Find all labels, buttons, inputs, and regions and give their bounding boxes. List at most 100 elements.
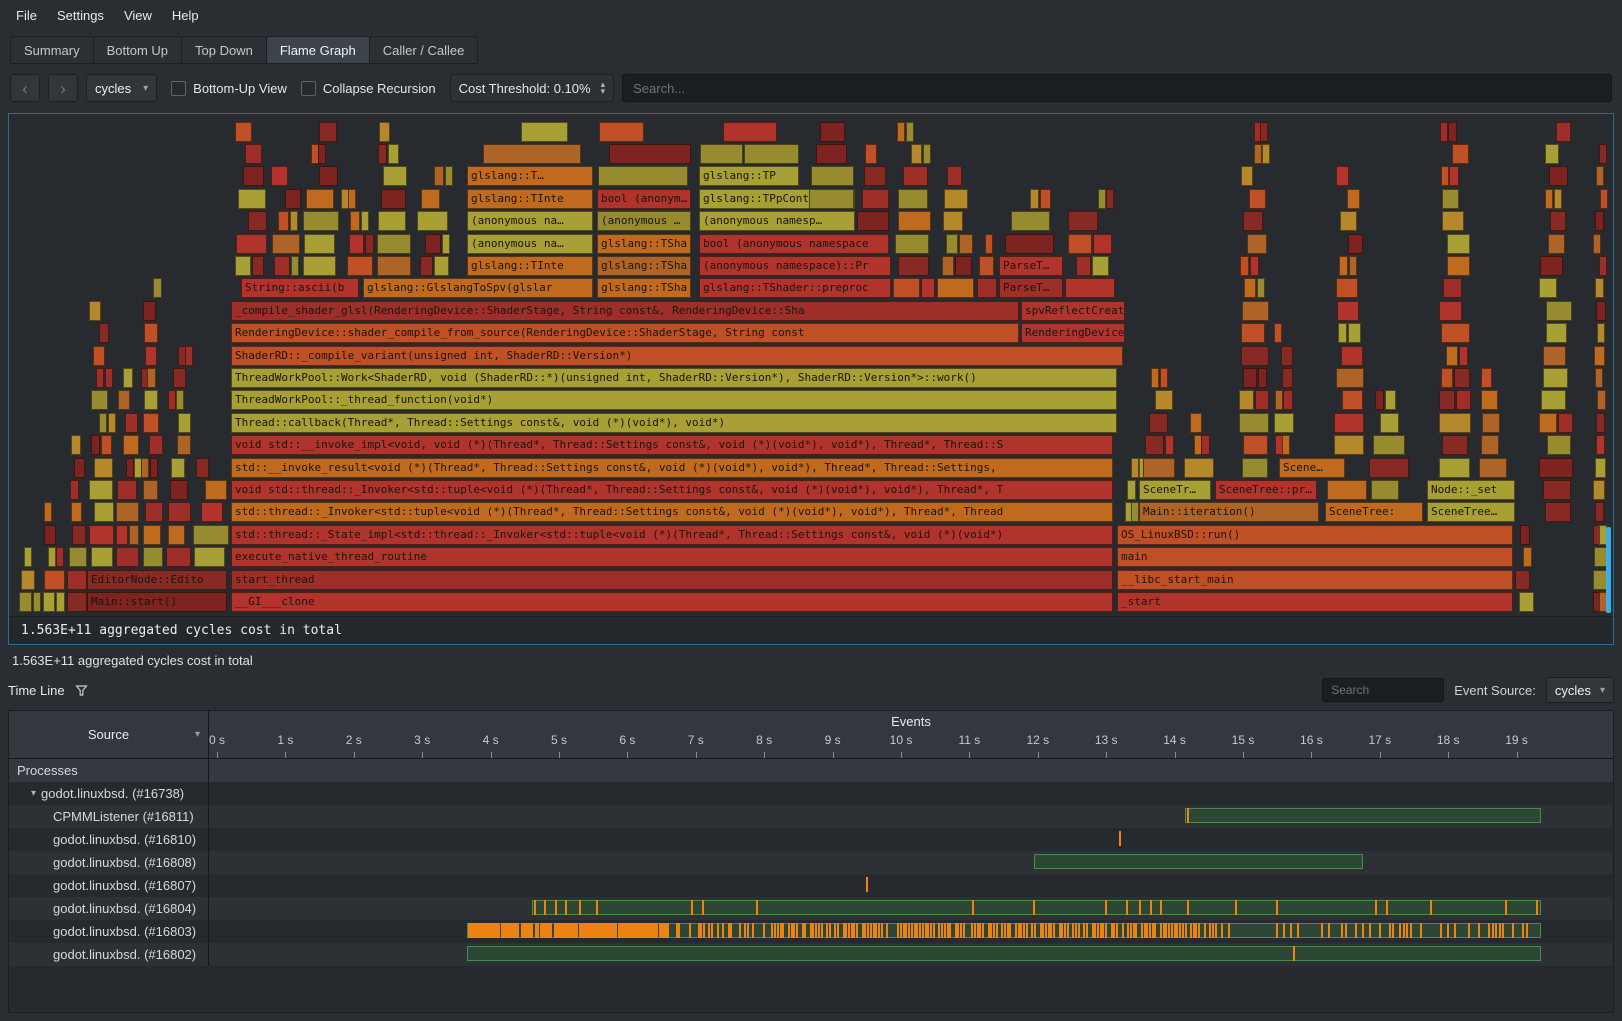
flame-frame[interactable]: [1274, 323, 1282, 343]
flame-frame[interactable]: [1439, 390, 1455, 410]
flame-frame[interactable]: [723, 122, 777, 142]
flame-frame[interactable]: [434, 256, 449, 276]
event-tick[interactable]: [1193, 923, 1195, 938]
flame-frame[interactable]: (anonymous namespace)::Pr: [699, 256, 891, 276]
flame-frame[interactable]: [72, 525, 86, 545]
event-tick[interactable]: [1221, 923, 1223, 938]
event-tick[interactable]: [1105, 923, 1107, 938]
event-tick[interactable]: [1190, 923, 1192, 938]
event-tick[interactable]: [818, 923, 820, 938]
flame-frame[interactable]: [1255, 390, 1269, 410]
event-tick[interactable]: [1064, 923, 1066, 938]
event-tick[interactable]: [791, 923, 793, 938]
event-tick[interactable]: [1083, 923, 1085, 938]
flame-frame[interactable]: [89, 480, 113, 500]
event-tick[interactable]: [1160, 923, 1162, 938]
flame-frame[interactable]: [1254, 144, 1262, 164]
flame-frame[interactable]: [290, 211, 298, 231]
flame-frame[interactable]: [937, 278, 974, 298]
event-tick[interactable]: [1536, 900, 1538, 915]
event-tick[interactable]: [676, 923, 678, 938]
flame-frame[interactable]: [1441, 166, 1449, 186]
flame-frame[interactable]: [1341, 346, 1363, 366]
event-tick[interactable]: [1007, 923, 1009, 938]
flame-frame[interactable]: [1446, 346, 1458, 366]
flame-frame[interactable]: [1448, 122, 1457, 142]
event-tick[interactable]: [990, 923, 992, 938]
event-tick[interactable]: [1050, 923, 1052, 938]
event-tick[interactable]: [1097, 923, 1099, 938]
flame-frame[interactable]: [1558, 413, 1573, 433]
flame-frame[interactable]: [196, 458, 209, 478]
timeline-track[interactable]: [209, 897, 1613, 920]
flame-frame[interactable]: [1440, 122, 1448, 142]
event-tick[interactable]: [1195, 923, 1197, 938]
tab-caller-callee[interactable]: Caller / Callee: [369, 36, 479, 64]
event-tick[interactable]: [947, 923, 949, 938]
flame-frame[interactable]: [350, 211, 361, 231]
flame-frame[interactable]: [143, 547, 162, 567]
flame-frame[interactable]: [944, 189, 968, 209]
event-tick[interactable]: [1004, 923, 1006, 938]
flame-frame[interactable]: [125, 413, 138, 433]
flame-frame[interactable]: [93, 346, 105, 366]
event-tick[interactable]: [793, 923, 795, 938]
flame-frame[interactable]: [185, 346, 193, 366]
flame-frame[interactable]: [921, 278, 935, 298]
event-tick[interactable]: [1488, 923, 1490, 938]
event-tick[interactable]: [873, 923, 875, 938]
flame-frame[interactable]: [1242, 458, 1268, 478]
flame-frame[interactable]: [1347, 189, 1360, 209]
event-tick[interactable]: [1102, 923, 1104, 938]
event-tick[interactable]: [1105, 900, 1107, 915]
flame-frame[interactable]: [979, 256, 994, 276]
flame-frame[interactable]: [178, 413, 191, 433]
event-tick[interactable]: [1215, 923, 1217, 938]
flamegraph-search-input[interactable]: [622, 74, 1612, 102]
flame-frame[interactable]: [1375, 390, 1384, 410]
timeline-bar[interactable]: [1034, 854, 1362, 869]
flame-frame[interactable]: [1595, 368, 1603, 388]
flame-graph-panel[interactable]: 1.563E+11 aggregated cycles cost in tota…: [8, 113, 1614, 645]
event-tick[interactable]: [1276, 923, 1278, 938]
event-tick[interactable]: [1018, 923, 1020, 938]
event-tick[interactable]: [974, 923, 976, 938]
flame-frame[interactable]: SceneTr…: [1139, 480, 1211, 500]
flame-frame[interactable]: [388, 144, 399, 164]
flame-frame[interactable]: [1441, 368, 1452, 388]
flame-frame[interactable]: [168, 525, 185, 545]
flame-frame[interactable]: [238, 189, 266, 209]
event-tick[interactable]: [1212, 923, 1214, 938]
timeline-row-label[interactable]: godot.linuxbsd. (#16804): [9, 897, 209, 920]
flame-frame[interactable]: [248, 211, 267, 231]
event-tick[interactable]: [1492, 923, 1494, 938]
event-tick[interactable]: [829, 923, 831, 938]
event-tick[interactable]: [1150, 900, 1152, 915]
flame-frame[interactable]: [906, 122, 914, 142]
flame-frame[interactable]: [1190, 413, 1202, 433]
timeline-track[interactable]: [209, 920, 1613, 943]
flame-frame[interactable]: [70, 480, 80, 500]
event-tick[interactable]: [1061, 923, 1063, 938]
flame-frame[interactable]: [147, 368, 156, 388]
flame-frame[interactable]: [67, 570, 87, 590]
event-tick[interactable]: [698, 923, 700, 938]
event-tick[interactable]: [851, 923, 853, 938]
event-tick[interactable]: [1468, 923, 1470, 938]
flame-frame[interactable]: [947, 166, 962, 186]
flame-frame[interactable]: [91, 547, 113, 567]
event-tick[interactable]: [864, 923, 866, 938]
flame-frame[interactable]: Scene…: [1279, 458, 1345, 478]
event-tick[interactable]: [771, 923, 773, 938]
event-tick[interactable]: [1092, 923, 1094, 938]
flame-frame[interactable]: [1257, 278, 1265, 298]
event-tick[interactable]: [802, 923, 804, 938]
event-tick[interactable]: [1135, 923, 1137, 938]
event-tick[interactable]: [971, 923, 973, 938]
event-tick[interactable]: [1420, 923, 1422, 938]
flame-frame[interactable]: [118, 390, 130, 410]
flame-frame[interactable]: [897, 122, 906, 142]
flame-frame[interactable]: [129, 525, 139, 545]
flame-frame[interactable]: [1338, 323, 1348, 343]
flame-frame[interactable]: [1596, 413, 1606, 433]
